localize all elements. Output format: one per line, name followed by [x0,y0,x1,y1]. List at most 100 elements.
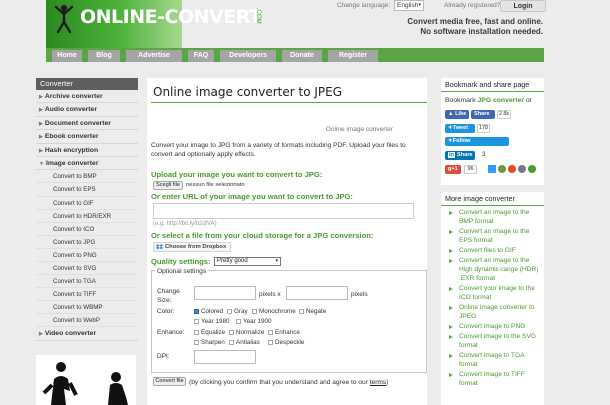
facebook-count: 2.8k [497,110,511,119]
sidebar-subitem[interactable]: Convert to TIFF [36,288,138,302]
nav-advertise[interactable]: Advertise [126,50,182,62]
change-language-label: Change language: [337,2,391,9]
stumbleupon-icon[interactable] [508,165,516,173]
color-year1980-radio[interactable]: Year 1980 [194,318,229,325]
tweet-button[interactable]: ✦Tweet [445,124,475,133]
sidebar-subitem[interactable]: Convert to HDR/EXR [36,209,138,223]
enhance-equalize-checkbox[interactable]: Equalize [194,329,225,336]
sidebar-subitem[interactable]: Convert to ICO [36,222,138,236]
more-converter-link[interactable]: Convert image to TGA format [447,351,543,370]
enhance-sharpen-checkbox[interactable]: Sharpen [194,339,225,346]
linkedin-count: 3 [482,152,486,158]
color-monochrome-radio[interactable]: Monochrome [252,308,296,315]
sidebar-subitem[interactable]: Convert to SVG [36,262,138,276]
checkbox-icon [268,330,273,335]
logo-text[interactable]: ONLINE-CONVERT [80,6,262,28]
nav-faq[interactable]: FAQ [188,50,214,62]
more-converter-link[interactable]: Convert an image to the EPS format [447,227,543,246]
site-header: ONLINE-CONVERT .COM Change language: Eng… [0,0,610,48]
sidebar-item[interactable]: ▶ Video converter [36,327,138,341]
enhance-antialias-checkbox[interactable]: Antialias [229,339,260,346]
nav-register[interactable]: Register [328,50,378,62]
more-converter-link[interactable]: Convert an image to the High dynamic-ran… [447,256,543,284]
color-gray-radio[interactable]: Gray [227,308,248,315]
sidebar-subitem[interactable]: Convert to BMP [36,170,138,184]
language-select[interactable]: English ▾ [394,0,424,11]
triangle-down-icon: ▼ [39,160,44,167]
sidebar-subitem[interactable]: Convert to EPS [36,183,138,197]
sidebar-subitem[interactable]: Convert to PNG [36,248,138,262]
enhance-normalize-label: Normalize [236,329,265,336]
nav-blog[interactable]: Blog [88,50,120,62]
chevron-down-icon: ▾ [275,258,278,264]
bookmark-prefix: Bookmark [445,97,476,104]
page-description: Convert your image to JPG from a variety… [151,142,406,158]
logo-part1: ONLINE [80,6,158,28]
quality-value: Pretty good [217,258,248,264]
sidebar-item[interactable]: ▶ Document converter [36,116,138,131]
color-negate-radio[interactable]: Negate [299,308,326,315]
nav-home[interactable]: Home [52,50,82,62]
enhance-normalize-checkbox[interactable]: Normalize [229,329,264,336]
dropbox-button[interactable]: Choose from Dropbox [153,242,231,252]
more-converter-link[interactable]: Convert files to GIF [447,246,543,255]
enhance-despeckle-label: Despeckle [275,339,305,346]
thumbs-up-icon: ▲ [448,111,454,117]
quality-select[interactable]: Pretty good ▾ [214,257,281,266]
color-year1900-label: Year 1900 [243,318,272,325]
width-input[interactable] [194,286,256,300]
tagline-line-2: No software installation needed. [420,27,543,36]
height-input[interactable] [286,286,348,300]
color-year1900-radio[interactable]: Year 1900 [236,318,271,325]
more-converter-link[interactable]: Convert image to PNG [447,322,543,331]
more-converter-link[interactable]: Convert your image to the ICO format [447,284,543,303]
digg-icon[interactable] [498,165,506,173]
pixels-x-label: pixels x [259,291,281,298]
sidebar-subitem[interactable]: Convert to GIF [36,196,138,210]
google-plus-button[interactable]: g+1 [445,165,461,174]
sidebar-item-label: Convert to TGA [53,278,96,286]
more-converter-link[interactable]: Convert image to TIFF format [447,370,543,389]
like-label: Like [455,111,467,117]
terms-link[interactable]: terms [370,379,386,386]
sidebar-item[interactable]: ▶ Hash encryption [36,143,138,157]
sidebar-item-label: Convert to PNG [53,251,97,259]
sidebar-item-label: Convert to GIF [53,199,94,207]
nav-donate[interactable]: Donate [282,50,322,62]
sidebar-subitem[interactable]: Convert to WebP [36,314,138,328]
sidebar-subitem[interactable]: Convert to TGA [36,275,138,289]
sidebar-subitem[interactable]: Convert to JPG [36,235,138,249]
bookmark-title: Bookmark and share page [445,80,530,89]
color-negate-label: Negate [306,308,327,315]
pixels-label: pixels [351,291,368,298]
bookmark-converter-link[interactable]: JPG converter [478,97,524,104]
sidebar-item[interactable]: ▶ Ebook converter [36,130,138,144]
url-placeholder: (e.g. http://bit.ly/b2dlVA) [153,221,217,227]
more-converter-link[interactable]: Convert image to the SVG format [447,332,543,351]
delicious-icon[interactable] [488,165,496,173]
more-converter-link[interactable]: Convert an image to the BMP format [447,208,543,227]
more-share-icon[interactable] [528,165,536,173]
linkedin-share-button[interactable]: in Share [445,151,475,160]
facebook-like-button[interactable]: ▲ Like [445,110,469,119]
more-converter-link[interactable]: Online image converter to JPEG [447,303,543,322]
nav-developers[interactable]: Developers [220,50,276,62]
color-colored-radio[interactable]: Colored [194,308,223,315]
url-input[interactable] [153,203,414,219]
bookmark-suffix: or [525,97,532,104]
title-divider [151,102,427,103]
email-icon[interactable] [518,165,526,173]
enhance-despeckle-checkbox[interactable]: Despeckle [268,339,304,346]
enhance-enhance-checkbox[interactable]: Enhance [268,329,300,336]
sidebar-item[interactable]: ▼ Image converter [36,156,138,171]
dpi-input[interactable] [194,350,256,364]
sidebar-item[interactable]: ▶ Archive converter [36,90,138,104]
sidebar-subitem[interactable]: Convert to WBMP [36,301,138,315]
facebook-share-button[interactable]: Share [471,110,495,119]
sidebar-item[interactable]: ▶ Audio converter [36,103,138,117]
tagline-line-1: Convert media free, fast and online. [407,17,543,26]
choose-file-button[interactable]: Scegli file [153,181,183,190]
page-subtitle: Online image converter [325,126,393,133]
twitter-follow-button[interactable]: ✦Follow @onlineconvert [445,137,509,153]
login-button[interactable]: Login [500,0,546,12]
